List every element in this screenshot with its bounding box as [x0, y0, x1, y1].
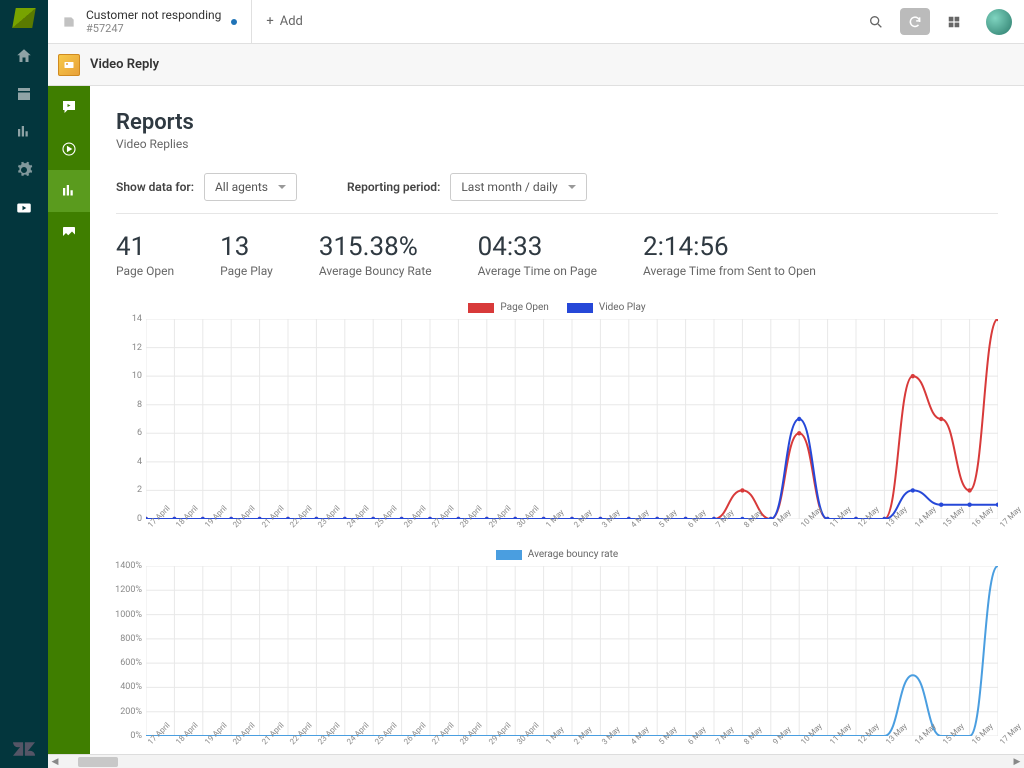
- ticket-icon[interactable]: [14, 84, 34, 104]
- add-label: Add: [280, 14, 303, 29]
- legend-label: Page Open: [500, 302, 548, 313]
- stat: 2:14:56 Average Time from Sent to Open: [643, 232, 816, 278]
- scroll-right-arrow[interactable]: ▶: [1010, 757, 1024, 767]
- app-subbar: Video Reply: [48, 44, 1024, 86]
- horizontal-scrollbar[interactable]: ◀ ▶: [48, 754, 1024, 768]
- stat: 41 Page Open: [116, 232, 174, 278]
- chart-1: Page Open Video Play 0246810121417 April1…: [116, 302, 998, 519]
- chart-2-legend: Average bouncy rate: [116, 549, 998, 560]
- stat-label: Average Bouncy Rate: [319, 264, 432, 278]
- stats-row: 41 Page Open 13 Page Play 315.38% Average Bou…: [116, 232, 998, 278]
- stat: 13 Page Play: [220, 232, 273, 278]
- stat: 315.38% Average Bouncy Rate: [319, 232, 432, 278]
- filter-period-label: Reporting period:: [347, 180, 440, 194]
- chart-1-plot: 0246810121417 April18 April19 April20 Ap…: [146, 319, 998, 519]
- plus-icon: +: [266, 14, 273, 29]
- tab-title: Customer not responding: [86, 8, 221, 22]
- search-icon[interactable]: [856, 0, 896, 43]
- refresh-icon[interactable]: [900, 8, 930, 35]
- legend-label: Average bouncy rate: [528, 549, 618, 560]
- scroll-left-arrow[interactable]: ◀: [48, 757, 62, 767]
- period-select[interactable]: Last month / daily: [450, 173, 586, 201]
- add-tab-button[interactable]: + Add: [252, 0, 317, 43]
- sidebar-play-icon[interactable]: [48, 128, 90, 170]
- content-area: Reports Video Replies Show data for: All…: [90, 86, 1024, 768]
- agents-select[interactable]: All agents: [204, 173, 297, 201]
- video-reply-app-icon: [58, 54, 80, 76]
- stat-label: Average Time on Page: [478, 264, 597, 278]
- stat: 04:33 Average Time on Page: [478, 232, 597, 278]
- filter-data-label: Show data for:: [116, 180, 194, 194]
- stat-value: 2:14:56: [643, 232, 816, 262]
- stat-label: Page Open: [116, 264, 174, 278]
- stat-label: Page Play: [220, 264, 273, 278]
- home-icon[interactable]: [14, 46, 34, 66]
- app-title: Video Reply: [90, 57, 159, 72]
- legend-swatch: [468, 303, 494, 313]
- stat-value: 315.38%: [319, 232, 432, 262]
- legend-swatch: [496, 550, 522, 560]
- sidebar-image-icon[interactable]: [48, 212, 90, 254]
- sidebar-chat-icon[interactable]: [48, 86, 90, 128]
- legend-label: Video Play: [599, 302, 646, 313]
- ticket-tab-icon: [62, 15, 76, 29]
- gear-icon[interactable]: [14, 160, 34, 180]
- tab-sub: #57247: [86, 22, 221, 35]
- top-tabs: Customer not responding #57247 + Add: [48, 0, 1024, 44]
- user-avatar[interactable]: [986, 9, 1012, 35]
- stat-value: 41: [116, 232, 174, 262]
- stat-value: 13: [220, 232, 273, 262]
- apps-icon[interactable]: [934, 0, 974, 43]
- ticket-tab[interactable]: Customer not responding #57247: [48, 0, 252, 43]
- zendesk-mark-icon: [13, 740, 35, 758]
- sidebar-reports-icon[interactable]: [48, 170, 90, 212]
- chart-2-plot: 0%200%400%600%800%1000%1200%1400%17 Apri…: [146, 566, 998, 736]
- page-subtitle: Video Replies: [116, 137, 998, 151]
- stat-label: Average Time from Sent to Open: [643, 264, 816, 278]
- nav-rail: [0, 0, 48, 768]
- legend-swatch: [567, 303, 593, 313]
- stat-value: 04:33: [478, 232, 597, 262]
- chart-1-legend: Page Open Video Play: [116, 302, 998, 313]
- tab-status-dot: [231, 19, 237, 25]
- zendesk-logo: [12, 8, 36, 28]
- video-app-icon[interactable]: [14, 198, 34, 218]
- scroll-thumb[interactable]: [78, 757, 118, 767]
- app-sidebar: [48, 86, 90, 768]
- chart-2: Average bouncy rate 0%200%400%600%800%10…: [116, 549, 998, 736]
- page-title: Reports: [116, 110, 998, 135]
- reports-icon[interactable]: [14, 122, 34, 142]
